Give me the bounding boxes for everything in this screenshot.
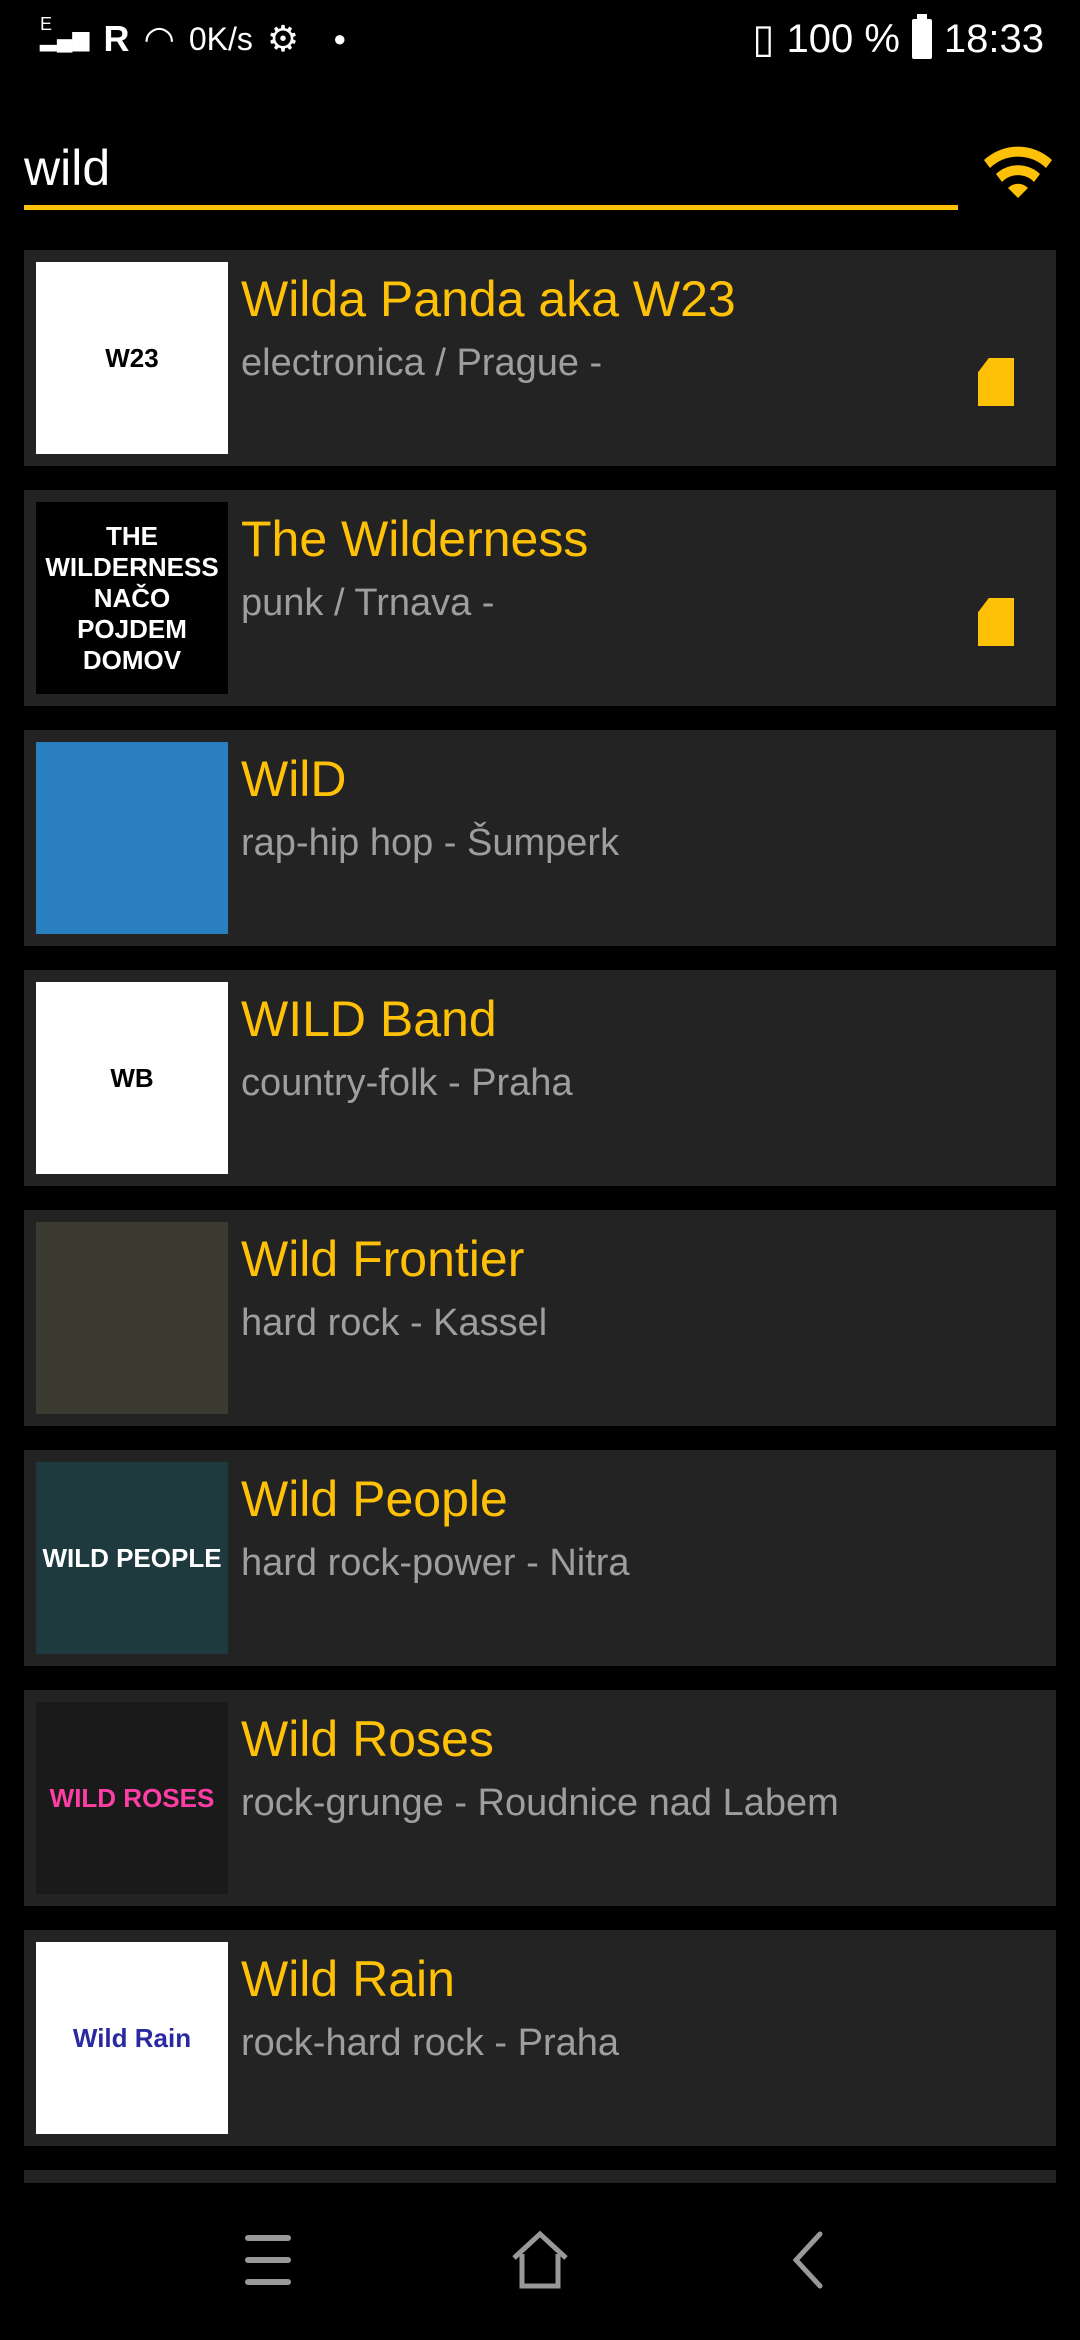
search-input[interactable] <box>24 120 958 200</box>
settings-icon: ⚙ <box>266 18 300 59</box>
clock: 18:33 <box>943 16 1044 61</box>
network-speed: 0K/s <box>188 20 253 57</box>
artist-info: rock-grunge - Roudnice nad Labem <box>241 1782 839 1824</box>
artist-info: hard rock-power - Nitra <box>241 1542 630 1584</box>
artist-thumbnail <box>36 1222 228 1414</box>
wifi-status-icon: ◠ <box>143 18 175 59</box>
list-item[interactable]: WILD PEOPLE Wild People hard rock-power … <box>24 1450 1056 1666</box>
artist-name: Wild Frontier <box>241 1231 525 1287</box>
list-item[interactable] <box>24 2170 1056 2183</box>
artist-name: Wild Roses <box>241 1711 494 1767</box>
list-item[interactable]: Wild Frontier hard rock - Kassel <box>24 1210 1056 1426</box>
artist-thumbnail: THE WILDERNESS NAČO POJDEM DOMOV <box>36 502 228 694</box>
home-icon[interactable] <box>510 2230 570 2290</box>
results-list[interactable]: W23 Wilda Panda aka W23 electronica / Pr… <box>24 250 1056 2183</box>
roaming-indicator: R <box>103 18 130 59</box>
artist-thumbnail <box>36 742 228 934</box>
wifi-icon[interactable] <box>978 138 1058 198</box>
sd-card-icon <box>978 358 1014 406</box>
thumbnail-text: WILD PEOPLE <box>42 1542 222 1573</box>
artist-name: Wild People <box>241 1471 508 1527</box>
thumbnail-text: W23 <box>105 342 159 373</box>
sd-card-icon <box>978 598 1014 646</box>
artist-info: rock-hard rock - Praha <box>241 2022 620 2064</box>
network-type: E <box>40 14 53 34</box>
artist-name: Wild Rain <box>241 1951 455 2007</box>
recents-icon[interactable] <box>240 2230 300 2290</box>
vibrate-icon: ▯ <box>752 17 775 61</box>
artist-info: rap-hip hop - Šumperk <box>241 822 620 864</box>
list-item[interactable]: Wild Rain Wild Rain rock-hard rock - Pra… <box>24 1930 1056 2146</box>
thumbnail-text: WILD ROSES <box>49 1782 215 1813</box>
artist-info: hard rock - Kassel <box>241 1302 548 1344</box>
list-item[interactable]: THE WILDERNESS NAČO POJDEM DOMOV The Wil… <box>24 490 1056 706</box>
thumbnail-text: Wild Rain <box>72 2022 192 2053</box>
list-item[interactable]: WB WILD Band country-folk - Praha <box>24 970 1056 1186</box>
artist-thumbnail: WB <box>36 982 228 1174</box>
artist-thumbnail: W23 <box>36 262 228 454</box>
list-item[interactable]: WilD rap-hip hop - Šumperk <box>24 730 1056 946</box>
thumbnail-text: THE WILDERNESS NAČO POJDEM DOMOV <box>45 520 219 675</box>
artist-thumbnail: Wild Rain <box>36 1942 228 2134</box>
battery-percent: 100 % <box>786 16 900 61</box>
back-icon[interactable] <box>780 2230 840 2290</box>
search-field[interactable] <box>24 120 958 210</box>
list-item[interactable]: WILD ROSES Wild Roses rock-grunge - Roud… <box>24 1690 1056 1906</box>
artist-name: Wilda Panda aka W23 <box>241 271 736 327</box>
list-item[interactable]: W23 Wilda Panda aka W23 electronica / Pr… <box>24 250 1056 466</box>
notification-dot-icon: ● <box>333 26 347 51</box>
navigation-bar <box>0 2190 1080 2340</box>
status-bar: ▂▄▆ E R ◠ 0K/s ⚙ ● ▯ 100 % 18:33 <box>0 0 1080 80</box>
artist-thumbnail: WILD PEOPLE <box>36 1462 228 1654</box>
thumbnail-text: WB <box>110 1062 154 1093</box>
artist-info: country-folk - Praha <box>241 1062 573 1104</box>
artist-name: The Wilderness <box>241 511 589 567</box>
artist-info: electronica / Prague - <box>241 342 603 384</box>
battery-icon <box>911 14 932 59</box>
artist-thumbnail: WILD ROSES <box>36 1702 228 1894</box>
artist-name: WILD Band <box>241 991 497 1047</box>
artist-name: WilD <box>241 751 347 807</box>
artist-info: punk / Trnava - <box>241 582 495 624</box>
